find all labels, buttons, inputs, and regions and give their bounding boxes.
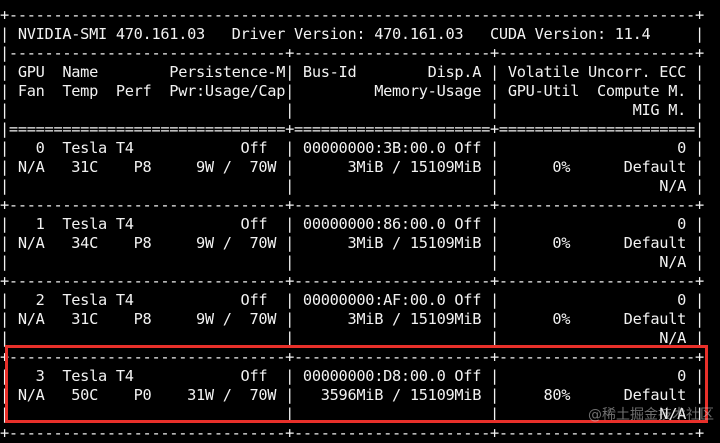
table-separator: +-------------------------------+-------… (0, 348, 704, 366)
gpu-1-row-3: | | | N/A | (0, 253, 704, 271)
gpu-3-row-1: | 3 Tesla T4 Off | 00000000:D8:00.0 Off … (0, 367, 704, 385)
column-header-row-3: | | | MIG M. | (0, 101, 704, 119)
gpu-1-row-1: | 1 Tesla T4 Off | 00000000:86:00.0 Off … (0, 215, 704, 233)
column-header-row-1: | GPU Name Persistence-M| Bus-Id Disp.A … (0, 63, 704, 81)
gpu-0-row-2: | N/A 31C P8 9W / 70W | 3MiB / 15109MiB … (0, 158, 704, 176)
header-double-separator: |===============================+=======… (0, 120, 704, 138)
column-header-row-2: | Fan Temp Perf Pwr:Usage/Cap| Memory-Us… (0, 82, 704, 100)
gpu-0-row-3: | | | N/A | (0, 177, 704, 195)
gpu-0-row-1: | 0 Tesla T4 Off | 00000000:3B:00.0 Off … (0, 139, 704, 157)
table-border-top: +---------------------------------------… (0, 6, 704, 24)
smi-header-versions: | NVIDIA-SMI 470.161.03 Driver Version: … (0, 25, 704, 43)
nvidia-smi-output: +---------------------------------------… (0, 6, 704, 443)
table-separator: +-------------------------------+-------… (0, 272, 704, 290)
gpu-3-row-2: | N/A 50C P0 31W / 70W | 3596MiB / 15109… (0, 386, 704, 404)
gpu-2-row-3: | | | N/A | (0, 329, 704, 347)
gpu-1-row-2: | N/A 34C P8 9W / 70W | 3MiB / 15109MiB … (0, 234, 704, 252)
watermark-text: @稀土掘金技术社区 (588, 407, 714, 423)
gpu-2-row-2: | N/A 31C P8 9W / 70W | 3MiB / 15109MiB … (0, 310, 704, 328)
table-separator: |-------------------------------+-------… (0, 44, 704, 62)
table-separator: +-------------------------------+-------… (0, 196, 704, 214)
table-border-bottom: +-------------------------------+-------… (0, 424, 704, 442)
gpu-2-row-1: | 2 Tesla T4 Off | 00000000:AF:00.0 Off … (0, 291, 704, 309)
terminal-window: +---------------------------------------… (0, 0, 720, 442)
